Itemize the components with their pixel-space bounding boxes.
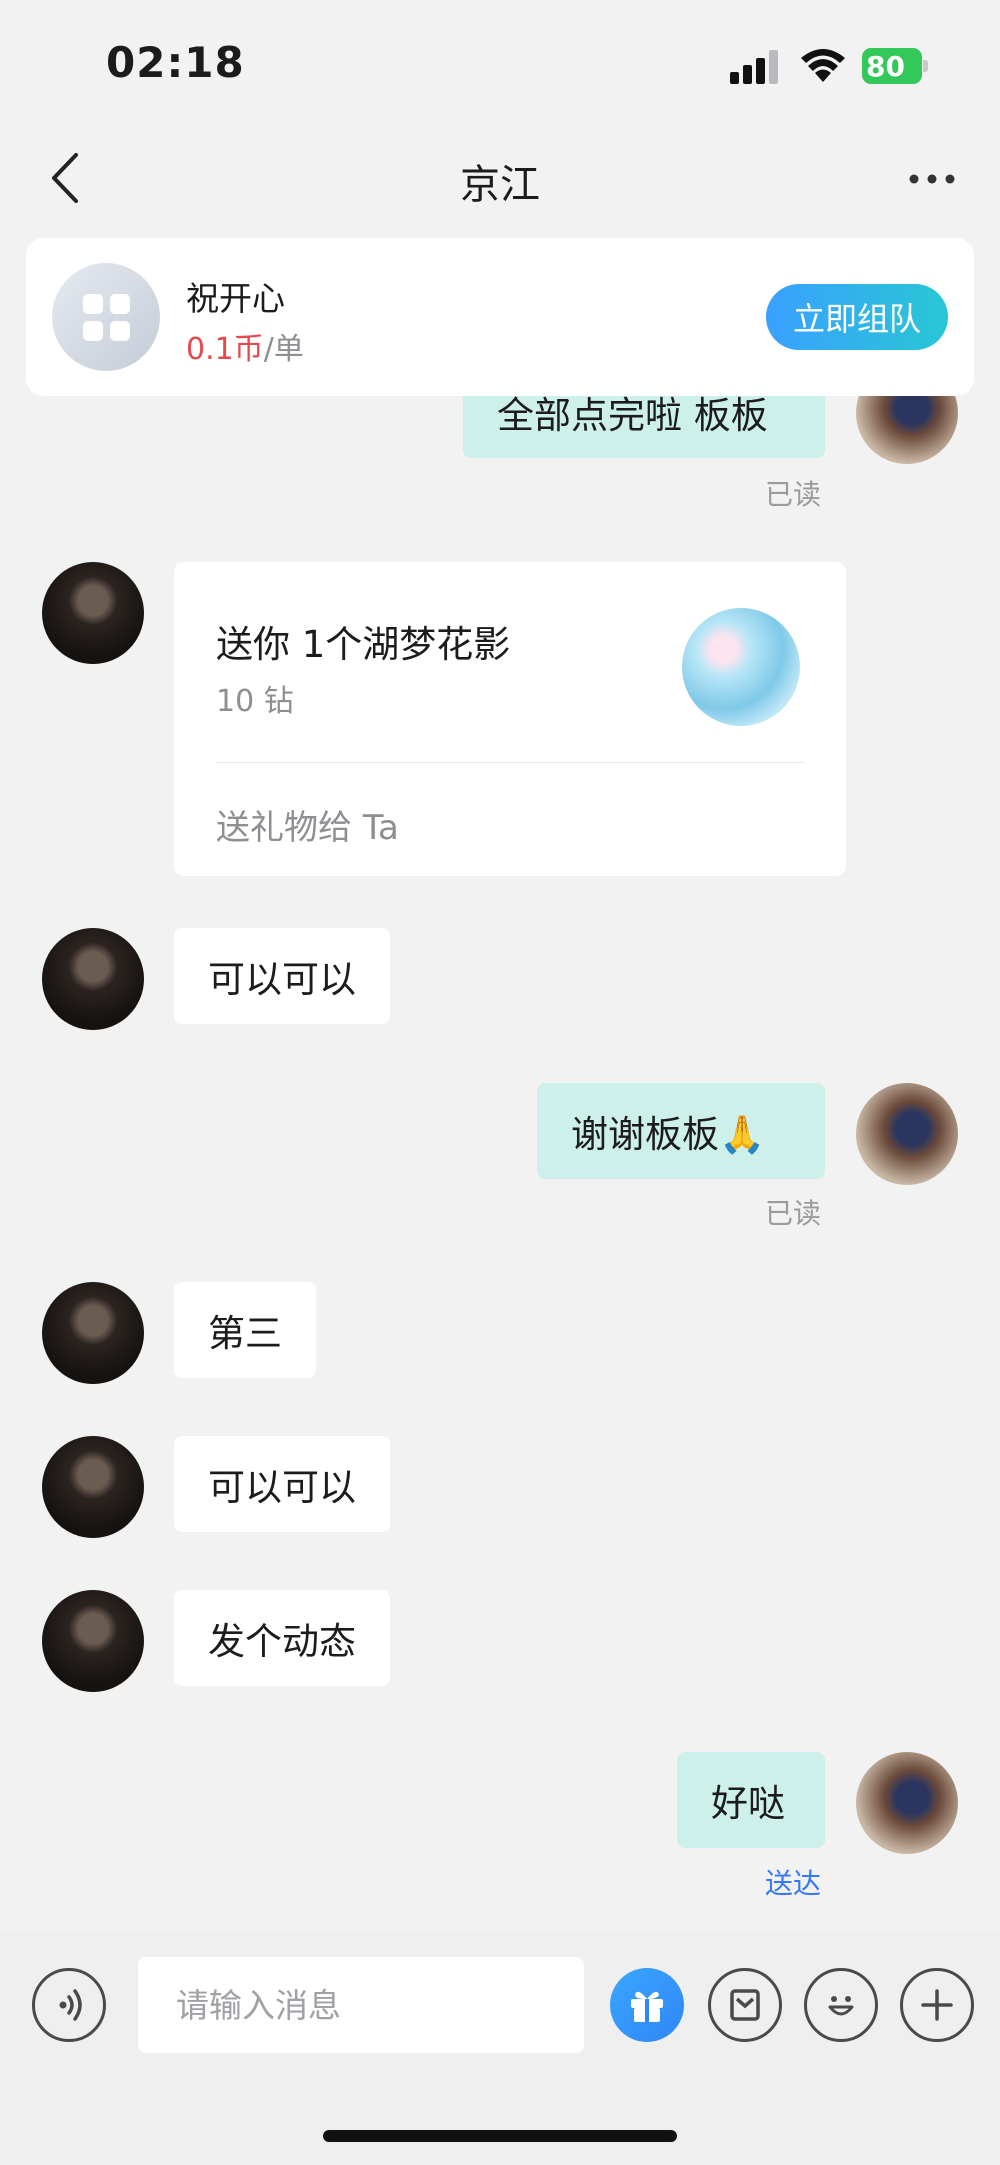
message-text: 发个动态	[208, 1620, 356, 1663]
message-bubble-contact[interactable]: 可以可以	[174, 1436, 390, 1532]
message-bubble-self[interactable]: 谢谢板板🙏	[537, 1083, 825, 1179]
input-bar	[0, 1930, 1000, 2165]
signal-icon	[730, 50, 782, 84]
read-status: 已读	[765, 1197, 822, 1230]
emoji-button[interactable]	[804, 1968, 878, 2042]
gift-title: 送你 1个湖梦花影	[216, 623, 511, 666]
gift-icon	[631, 1991, 663, 2022]
chat-header: 京江	[0, 130, 1000, 230]
avatar-self[interactable]	[856, 1083, 958, 1185]
message-text: 谢谢板板🙏	[571, 1113, 766, 1156]
gift-button[interactable]	[610, 1968, 684, 2042]
chat-title: 京江	[460, 162, 540, 208]
service-card[interactable]: 祝开心 0.1币/单 立即组队	[26, 238, 974, 396]
avatar-self[interactable]	[856, 396, 958, 464]
gift-price: 10 钻	[216, 684, 294, 719]
message-text: 可以可以	[208, 958, 356, 1001]
send-gift-link[interactable]: 送礼物给 Ta	[216, 800, 399, 849]
message-input[interactable]	[138, 1957, 584, 2053]
avatar-contact[interactable]	[42, 1282, 144, 1384]
avatar-contact[interactable]	[42, 1590, 144, 1692]
chat-messages[interactable]: 全部点完啦 板板 已读 送你 1个湖梦花影 10 钻 送礼物给 Ta 可以可以 …	[0, 396, 1000, 1930]
plus-button[interactable]	[900, 1968, 974, 2042]
message-text: 可以可以	[208, 1466, 356, 1509]
team-up-button[interactable]: 立即组队	[766, 284, 948, 350]
avatar-contact[interactable]	[42, 1436, 144, 1538]
status-time: 02:18	[106, 38, 245, 87]
image-icon	[730, 1989, 760, 2021]
emoji-icon	[828, 1996, 854, 2016]
gift-card[interactable]: 送你 1个湖梦花影 10 钻 送礼物给 Ta	[174, 562, 846, 876]
voice-button[interactable]	[32, 1968, 106, 2042]
message-bubble-contact[interactable]: 可以可以	[174, 928, 390, 1024]
grid-icon	[82, 293, 130, 341]
service-avatar	[52, 263, 160, 371]
price-value: 0.1币	[186, 332, 264, 367]
more-icon	[909, 174, 955, 184]
message-text: 全部点完啦 板板	[497, 396, 768, 437]
service-name: 祝开心	[186, 279, 285, 318]
service-price: 0.1币/单	[186, 324, 304, 368]
status-bar: 02:18 80	[0, 0, 1000, 130]
message-bubble-contact[interactable]: 第三	[174, 1282, 316, 1378]
battery-level: 80	[866, 50, 905, 83]
avatar-self[interactable]	[856, 1752, 958, 1854]
home-indicator[interactable]	[323, 2130, 677, 2142]
avatar-contact[interactable]	[42, 562, 144, 664]
divider	[216, 762, 804, 763]
battery-icon: 80	[862, 48, 928, 84]
more-button[interactable]	[902, 154, 962, 204]
price-unit: /单	[263, 332, 304, 367]
message-text: 第三	[208, 1312, 282, 1355]
gift-image	[682, 608, 800, 726]
message-text: 好哒	[711, 1782, 785, 1825]
read-status: 已读	[765, 478, 822, 511]
message-bubble-contact[interactable]: 发个动态	[174, 1590, 390, 1686]
message-bubble-self[interactable]: 好哒	[677, 1752, 825, 1848]
plus-icon	[921, 1989, 953, 2021]
wifi-icon	[801, 49, 845, 82]
image-button[interactable]	[708, 1968, 782, 2042]
message-bubble-self[interactable]: 全部点完啦 板板	[463, 396, 825, 458]
voice-icon	[59, 1989, 82, 2021]
avatar-contact[interactable]	[42, 928, 144, 1030]
delivered-status: 送达	[765, 1867, 822, 1900]
